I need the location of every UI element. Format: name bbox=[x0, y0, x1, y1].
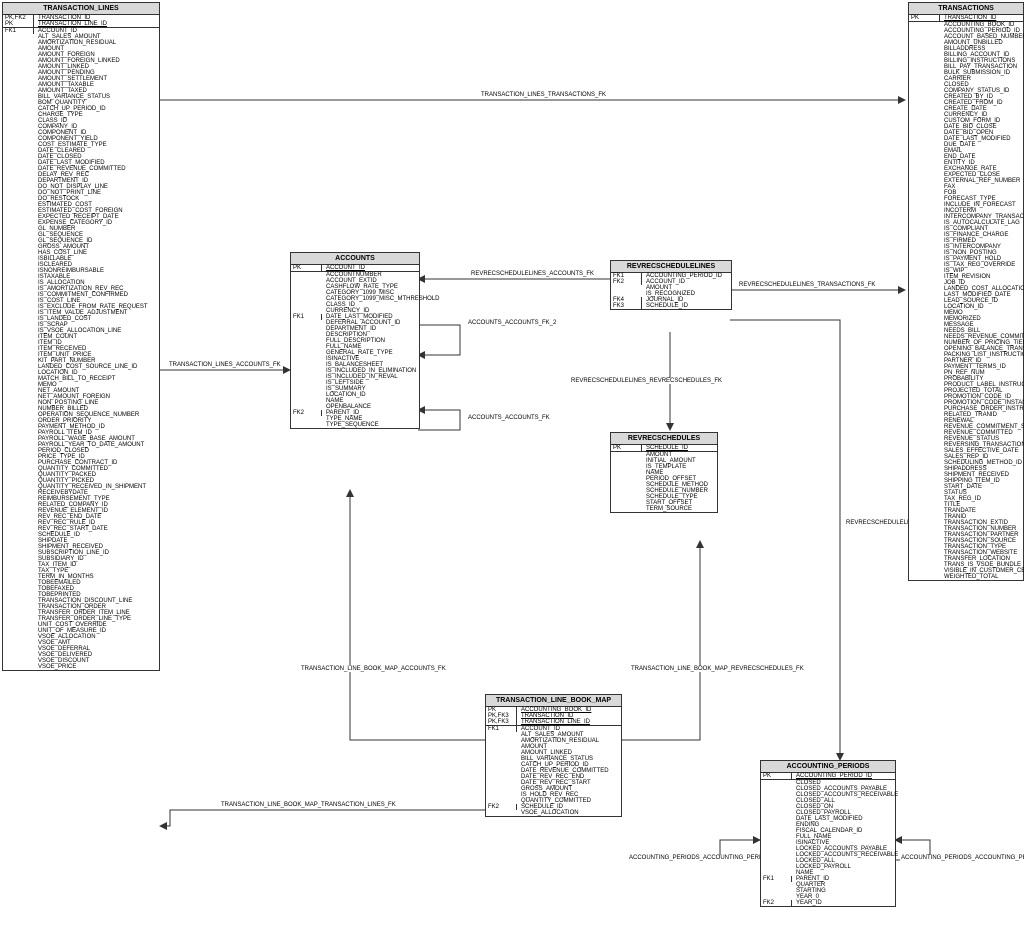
attr-row: WEIGHTED_TOTAL bbox=[909, 574, 1023, 580]
pk-row: PKTRANSACTION_ID bbox=[909, 15, 1023, 21]
entity-title: TRANSACTIONS bbox=[909, 3, 1023, 15]
entity-title: TRANSACTION_LINE_BOOK_MAP bbox=[486, 695, 621, 707]
entity-title: ACCOUNTING_PERIODS bbox=[761, 761, 895, 773]
entity-accounts: ACCOUNTSPKACCOUNT_IDACCOUNTNUMBERACCOUNT… bbox=[290, 252, 420, 429]
rel-label: TRANSACTION_LINE_BOOK_MAP_TRANSACTION_LI… bbox=[220, 802, 397, 808]
entity-revrecschedulelines: REVRECSCHEDULELINESFK1ACCOUNTING_PERIOD_… bbox=[610, 260, 732, 310]
pk-row: PKACCOUNT_ID bbox=[291, 265, 419, 271]
rel-label: TRANSACTION_LINES_ACCOUNTS_FK bbox=[168, 362, 282, 368]
rel-label: REVRECSCHEDULELINES_TRANSACTIONS_FK bbox=[738, 282, 876, 288]
pk-row: PK,FK3TRANSACTION_LINE_ID bbox=[486, 719, 621, 725]
entity-title: ACCOUNTS bbox=[291, 253, 419, 265]
entity-title: REVRECSCHEDULES bbox=[611, 433, 717, 445]
entity-transactions: TRANSACTIONSPKTRANSACTION_IDACCOUNTING_B… bbox=[908, 2, 1024, 581]
rel-label: REVRECSCHEDULELINES_ACCOUNTS_FK bbox=[470, 271, 595, 277]
attr-row: FK3SCHEDULE_ID bbox=[611, 303, 731, 309]
attr-row: VSOE_PRICE bbox=[3, 664, 159, 670]
entity-transaction-line-book-map: TRANSACTION_LINE_BOOK_MAPPKACCOUNTING_BO… bbox=[485, 694, 622, 817]
rel-label: TRANSACTION_LINE_BOOK_MAP_ACCOUNTS_FK bbox=[300, 666, 447, 672]
entity-transaction-lines: TRANSACTION_LINESPK,FK2TRANSACTION_IDPKT… bbox=[2, 2, 160, 671]
rel-label: ACCOUNTS_ACCOUNTS_FK_2 bbox=[467, 320, 557, 326]
rel-label: TRANSACTION_LINES_TRANSACTIONS_FK bbox=[480, 92, 607, 98]
pk-row: PKACCOUNTING_PERIOD_ID bbox=[761, 773, 895, 779]
pk-row: PKTRANSACTION_LINE_ID bbox=[3, 21, 159, 27]
entity-title: REVRECSCHEDULELINES bbox=[611, 261, 731, 273]
rel-label: REVRECSCHEDULELINES_REVRECSCHEDULES_FK bbox=[570, 378, 723, 384]
entity-accounting-periods: ACCOUNTING_PERIODSPKACCOUNTING_PERIOD_ID… bbox=[760, 760, 896, 907]
pk-row: PKSCHEDULE_ID bbox=[611, 445, 717, 451]
attr-row: TERM_SOURCE bbox=[611, 506, 717, 512]
entity-title: TRANSACTION_LINES bbox=[3, 3, 159, 15]
attr-row: FK2YEAR_ID bbox=[761, 900, 895, 906]
rel-label: TRANSACTION_LINE_BOOK_MAP_REVRECSCHEDULE… bbox=[630, 666, 805, 672]
attr-row: VSOE_ALLOCATION bbox=[486, 810, 621, 816]
rel-label: ACCOUNTING_PERIODS_ACCOUNTING_PERIODS_FK… bbox=[900, 855, 1024, 861]
rel-label: ACCOUNTS_ACCOUNTS_FK bbox=[467, 415, 551, 421]
attr-row: TYPE_SEQUENCE bbox=[291, 422, 419, 428]
entity-revrecschedules: REVRECSCHEDULESPKSCHEDULE_IDAMOUNTINITIA… bbox=[610, 432, 718, 513]
